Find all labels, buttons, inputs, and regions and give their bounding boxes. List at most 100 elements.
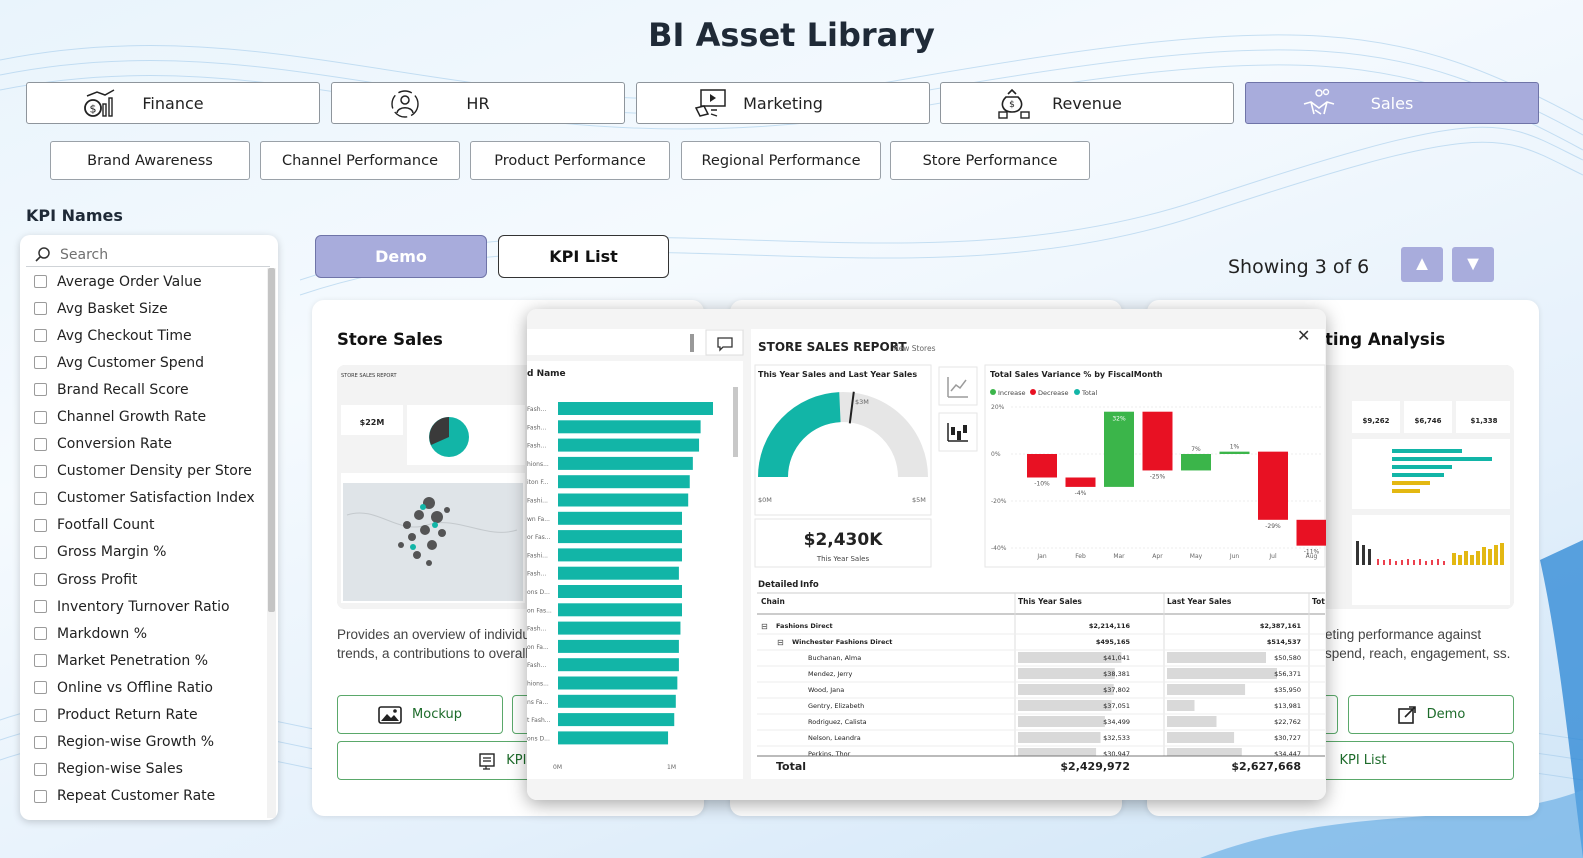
kpi-list-item[interactable]: Gross Profit [34, 566, 268, 593]
kpi-list-item[interactable]: Online vs Offline Ratio [34, 674, 268, 701]
checkbox[interactable] [34, 464, 47, 478]
kpi-list-item[interactable]: Gross Margin % [34, 539, 268, 566]
waterfall-bar[interactable] [1027, 454, 1057, 478]
checkbox[interactable] [34, 600, 47, 614]
category-revenue-button[interactable]: $ Revenue [940, 82, 1234, 124]
checkbox[interactable] [34, 302, 47, 316]
kpi-list-item[interactable]: Customer Satisfaction Index [34, 485, 268, 512]
left-bar[interactable] [558, 493, 689, 507]
kpi-list-item[interactable]: Markdown % [34, 620, 268, 647]
checkbox[interactable] [34, 410, 47, 424]
checkbox[interactable] [34, 275, 47, 289]
demo-card-button[interactable]: Demo [1348, 695, 1514, 734]
expander-icon[interactable]: ⊟ [761, 622, 768, 631]
last-year-bar [1167, 700, 1195, 711]
page-up-button[interactable]: ▲ [1401, 247, 1443, 282]
kpi-scrollbar[interactable] [267, 268, 276, 818]
mockup-button[interactable]: Mockup [337, 695, 503, 734]
demo-view-button[interactable]: Demo [315, 235, 487, 278]
left-chart-scrollbar[interactable] [733, 387, 738, 457]
waterfall-bar[interactable] [1181, 454, 1211, 471]
left-bar[interactable] [558, 530, 682, 544]
kpi-list-item[interactable]: Footfall Count [34, 512, 268, 539]
checkbox[interactable] [34, 627, 47, 641]
line-chart-toggle-icon[interactable] [938, 366, 978, 406]
subcategory-product-performance-button[interactable]: Product Performance [470, 141, 670, 180]
category-marketing-button[interactable]: Marketing [636, 82, 930, 124]
checkbox[interactable] [34, 708, 47, 722]
checkbox[interactable] [34, 356, 47, 370]
this-year-sales-cell: $37,051 [1103, 702, 1130, 710]
waterfall-bar[interactable] [1142, 411, 1173, 471]
left-bar[interactable] [558, 731, 669, 745]
left-bar[interactable] [558, 621, 681, 635]
checkbox[interactable] [34, 518, 47, 532]
category-sales-button[interactable]: Sales [1245, 82, 1539, 124]
kpi-list-item[interactable]: Market Penetration % [34, 647, 268, 674]
checkbox[interactable] [34, 654, 47, 668]
kpi-list-item[interactable]: Product Return Rate [34, 702, 268, 729]
subcategory-store-performance-button[interactable]: Store Performance [890, 141, 1090, 180]
category-hr-button[interactable]: HR [331, 82, 625, 124]
x-tick-label: Jul [1268, 553, 1277, 560]
left-bar[interactable] [558, 658, 679, 672]
left-bar[interactable] [558, 548, 682, 562]
waterfall-bar[interactable] [1104, 411, 1134, 487]
scrollbar-thumb[interactable] [268, 268, 275, 612]
kpi-list-item[interactable]: Avg Customer Spend [34, 349, 268, 376]
subcategory-regional-performance-button[interactable]: Regional Performance [681, 141, 881, 180]
left-bar[interactable] [558, 511, 682, 525]
subcategory-brand-awareness-button[interactable]: Brand Awareness [50, 141, 250, 180]
kpi-list-item[interactable]: Customer Density per Store [34, 458, 268, 485]
waterfall-data-label: -10% [1034, 481, 1050, 488]
waterfall-bar[interactable] [1296, 519, 1327, 546]
waterfall-bar[interactable] [1065, 477, 1096, 487]
kpi-list-item[interactable]: Avg Basket Size [34, 295, 268, 322]
subcategory-channel-performance-button[interactable]: Channel Performance [260, 141, 460, 180]
category-finance-button[interactable]: $ Finance [26, 82, 320, 124]
category-label: HR [466, 93, 490, 113]
left-bar[interactable] [558, 713, 675, 727]
kpi-list-item[interactable]: Region-wise Growth % [34, 729, 268, 756]
comment-icon[interactable] [705, 329, 744, 356]
left-bar[interactable] [558, 456, 693, 470]
left-bar[interactable] [558, 475, 690, 489]
kpi-list-item[interactable]: Conversion Rate [34, 431, 268, 458]
left-bar[interactable] [558, 694, 676, 708]
waterfall-bar[interactable] [1219, 451, 1250, 454]
checkbox[interactable] [34, 437, 47, 451]
checkbox[interactable] [34, 789, 47, 803]
expander-icon[interactable]: ⊟ [777, 638, 784, 647]
kpi-list-item[interactable]: Inventory Turnover Ratio [34, 593, 268, 620]
left-bar[interactable] [558, 603, 682, 617]
kpi-list-item[interactable]: Region-wise Sales [34, 756, 268, 783]
checkbox[interactable] [34, 491, 47, 505]
checkbox[interactable] [34, 383, 47, 397]
waterfall-bar[interactable] [1258, 451, 1288, 520]
checkbox[interactable] [34, 762, 47, 776]
kpi-list-item[interactable]: Repeat Customer Rate [34, 783, 268, 810]
left-bar[interactable] [558, 402, 713, 415]
checkbox[interactable] [34, 329, 47, 343]
checkbox[interactable] [34, 681, 47, 695]
kpi-search-input[interactable]: Search [26, 243, 270, 267]
left-bar[interactable] [558, 676, 678, 690]
checkbox[interactable] [34, 545, 47, 559]
left-bar[interactable] [558, 438, 700, 452]
kpi-list-item[interactable]: Average Order Value [34, 268, 268, 295]
kpi-item-label: Repeat Customer Rate [57, 788, 216, 805]
kpi-list-view-button[interactable]: KPI List [498, 235, 669, 278]
waterfall-toggle-icon[interactable] [938, 412, 978, 452]
close-button[interactable]: ✕ [1297, 326, 1310, 345]
left-bar[interactable] [558, 639, 679, 653]
kpi-list-item[interactable]: Channel Growth Rate [34, 403, 268, 430]
left-bar[interactable] [558, 585, 682, 598]
checkbox[interactable] [34, 735, 47, 749]
checkbox[interactable] [34, 573, 47, 587]
kpi-list-item[interactable]: Brand Recall Score [34, 376, 268, 403]
left-bar[interactable] [558, 566, 679, 580]
y-tick-label: 20% [991, 404, 1005, 411]
page-down-button[interactable]: ▼ [1452, 247, 1494, 282]
left-bar[interactable] [558, 420, 701, 434]
kpi-list-item[interactable]: Avg Checkout Time [34, 322, 268, 349]
